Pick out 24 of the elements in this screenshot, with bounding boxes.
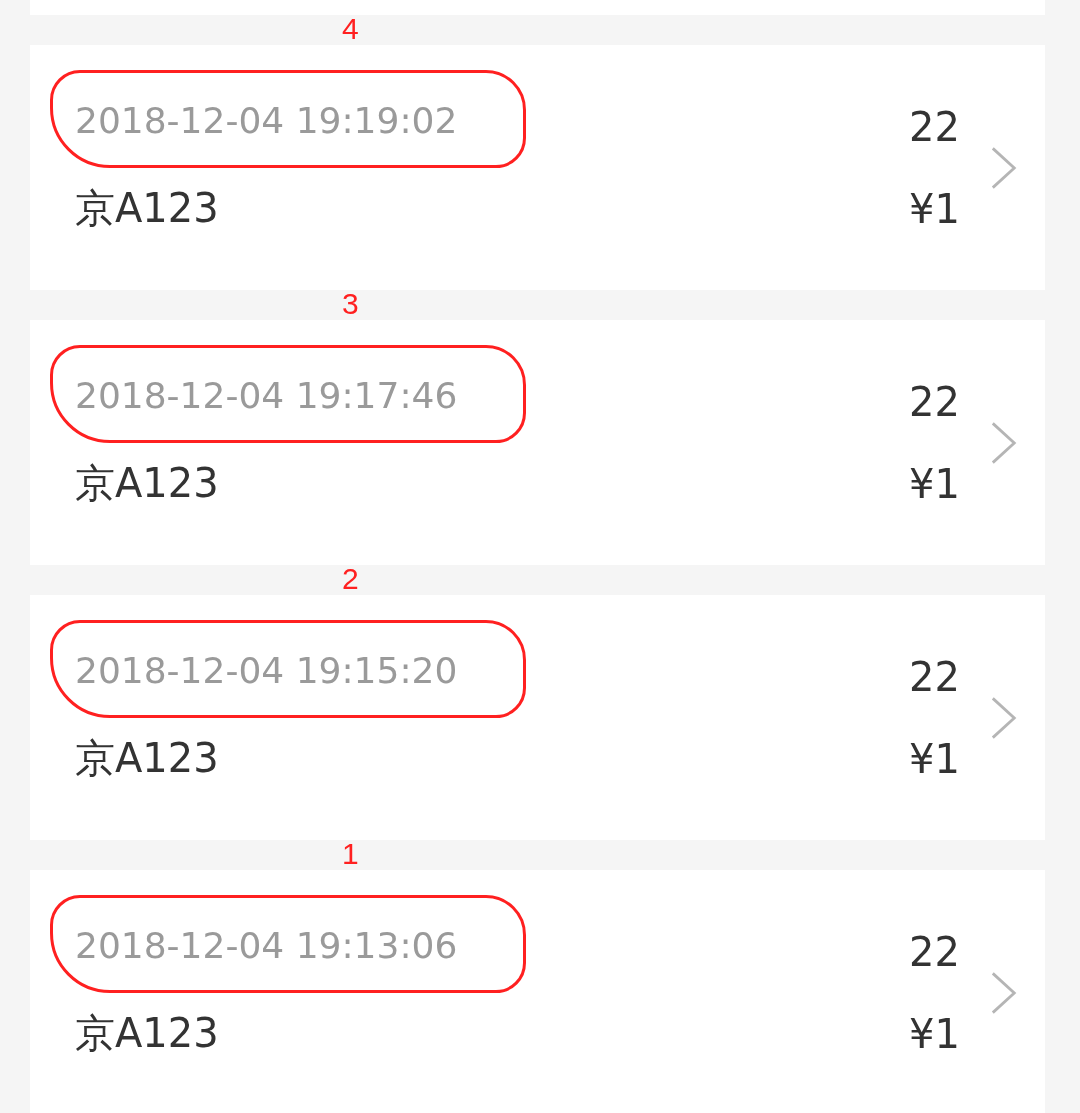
- record-price: ¥1: [909, 1010, 960, 1057]
- plate-number: 京A123: [75, 458, 220, 508]
- record-count: 22: [909, 378, 960, 425]
- handwritten-number: 3: [342, 289, 359, 319]
- plate-number: 京A123: [75, 1008, 220, 1058]
- record-price: ¥1: [909, 185, 960, 232]
- record-count: 22: [909, 103, 960, 150]
- record-price: ¥1: [909, 460, 960, 507]
- plate-number: 京A123: [75, 733, 220, 783]
- record-card[interactable]: 2018-12-04 19:19:02 京A123 22 ¥1: [30, 45, 1045, 290]
- handwritten-number: 1: [342, 839, 359, 869]
- record-time: 2018-12-04 19:15:20: [75, 649, 458, 691]
- record-time: 2018-12-04 19:19:02: [75, 99, 458, 141]
- record-price: ¥1: [909, 735, 960, 782]
- record-card[interactable]: 2018-12-04 19:15:20 京A123 22 ¥1: [30, 595, 1045, 840]
- handwritten-number: 4: [342, 14, 359, 44]
- record-time: 2018-12-04 19:13:06: [75, 924, 458, 966]
- plate-number: 京A123: [75, 183, 220, 233]
- record-card[interactable]: 2018-12-04 19:13:06 京A123 22 ¥1: [30, 870, 1045, 1113]
- record-count: 22: [909, 653, 960, 700]
- record-count: 22: [909, 928, 960, 975]
- record-card[interactable]: 2018-12-04 19:17:46 京A123 22 ¥1: [30, 320, 1045, 565]
- record-time: 2018-12-04 19:17:46: [75, 374, 458, 416]
- handwritten-number: 2: [342, 564, 359, 594]
